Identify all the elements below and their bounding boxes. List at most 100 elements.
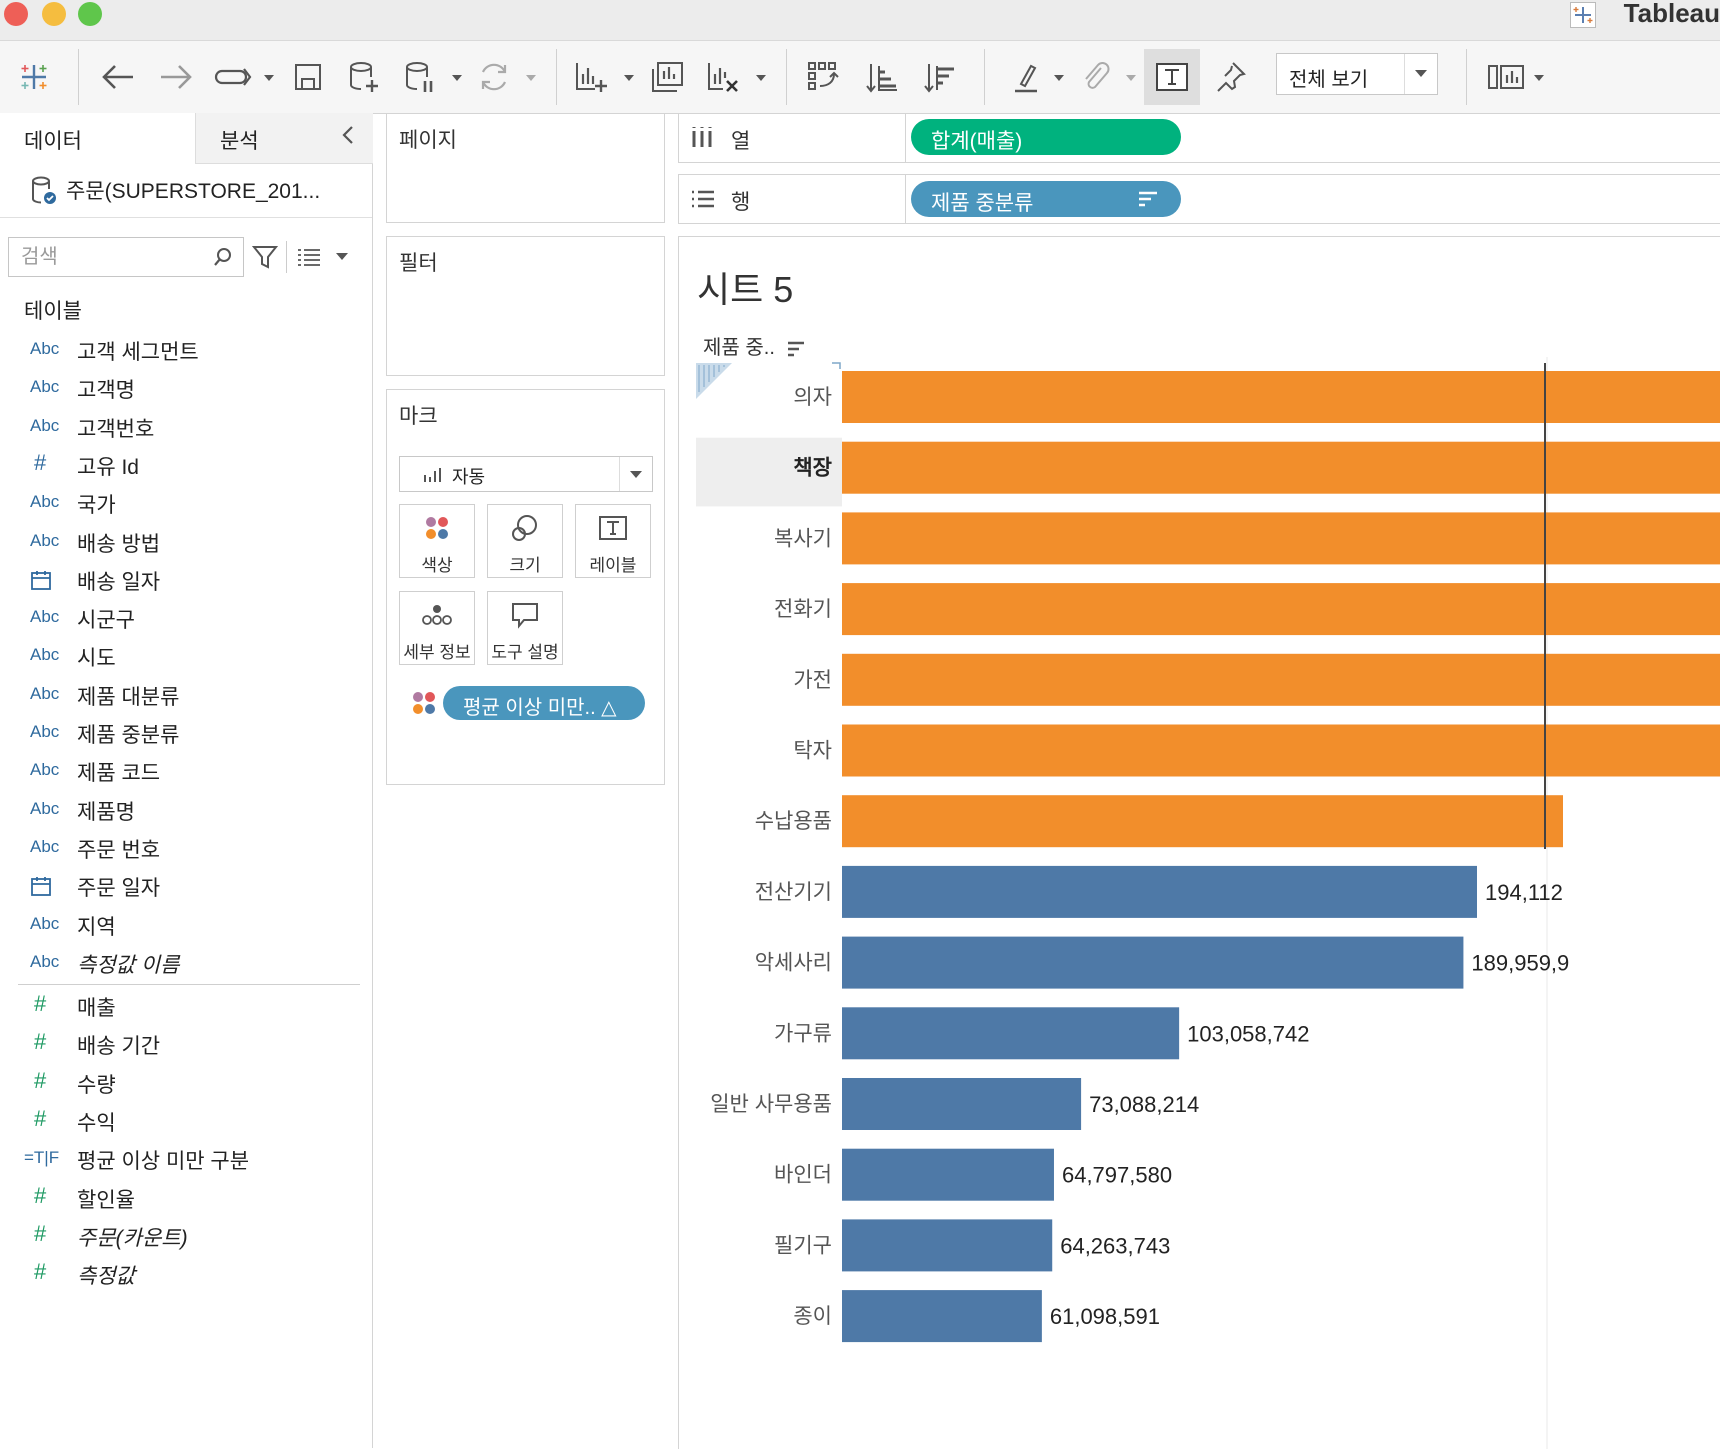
tableau-home-icon[interactable] xyxy=(14,57,54,97)
highlight-dropdown-caret[interactable] xyxy=(1054,75,1064,81)
mark-type-select[interactable]: 자동 xyxy=(399,456,653,492)
bar[interactable] xyxy=(842,795,1563,848)
field-row[interactable]: Abc 주문 번호 xyxy=(0,829,372,867)
redo-icon[interactable] xyxy=(156,57,196,97)
field-row[interactable]: # 고유 Id xyxy=(0,446,372,484)
filter-icon[interactable] xyxy=(252,244,278,270)
category-label[interactable]: 종이 xyxy=(793,1305,832,1328)
highlight-icon[interactable] xyxy=(1006,57,1046,97)
category-label[interactable]: 전화기 xyxy=(774,598,832,621)
label-button[interactable]: 레이블 xyxy=(575,504,651,578)
rows-shelf[interactable]: 행 제품 중분류 xyxy=(678,174,1720,224)
swap-rows-columns-icon[interactable] xyxy=(804,57,844,97)
datasource-row[interactable]: 주문(SUPERSTORE_201... xyxy=(0,163,372,218)
bar[interactable] xyxy=(842,371,1720,423)
color-button[interactable]: 색상 xyxy=(399,504,475,578)
duplicate-sheet-icon[interactable] xyxy=(648,57,688,97)
field-row[interactable]: # 배송 기간 xyxy=(0,1025,372,1063)
bar[interactable] xyxy=(842,1219,1053,1272)
search-icon[interactable] xyxy=(213,247,233,267)
show-cards-dropdown-caret[interactable] xyxy=(1534,75,1544,81)
category-label[interactable]: 필기구 xyxy=(774,1234,832,1257)
clear-dropdown-caret[interactable] xyxy=(756,75,766,81)
category-label[interactable]: 복사기 xyxy=(774,527,832,550)
pages-card[interactable]: 페이지 xyxy=(386,113,665,223)
pause-updates-icon[interactable] xyxy=(400,57,440,97)
field-row[interactable]: # 매출 xyxy=(0,987,372,1025)
group-dropdown-caret[interactable] xyxy=(1126,75,1136,81)
bar[interactable] xyxy=(842,1007,1180,1060)
field-row[interactable]: Abc 제품 대분류 xyxy=(0,676,372,714)
bar[interactable] xyxy=(842,1290,1042,1343)
category-label[interactable]: 바인더 xyxy=(774,1164,832,1187)
field-row[interactable]: Abc 국가 xyxy=(0,484,372,522)
field-row[interactable]: Abc 배송 방법 xyxy=(0,523,372,561)
search-input[interactable] xyxy=(9,238,213,276)
field-row[interactable]: Abc 시군구 xyxy=(0,599,372,637)
field-row[interactable]: Abc 측정값 이름 xyxy=(0,944,372,982)
bar[interactable] xyxy=(842,1078,1082,1130)
field-row[interactable]: # 측정값 xyxy=(0,1255,372,1293)
pause-dropdown-caret[interactable] xyxy=(452,75,462,81)
field-row[interactable]: Abc 지역 xyxy=(0,906,372,944)
chevron-down-icon[interactable] xyxy=(1404,54,1437,94)
field-row[interactable]: =T|F 평균 이상 미만 구분 xyxy=(0,1140,372,1178)
field-row[interactable]: # 수익 xyxy=(0,1102,372,1140)
bar[interactable] xyxy=(842,936,1464,989)
field-row[interactable]: Abc 고객명 xyxy=(0,369,372,407)
category-label[interactable]: 탁자 xyxy=(793,740,832,763)
refresh-icon[interactable] xyxy=(474,57,514,97)
sort-ascending-icon[interactable] xyxy=(862,57,902,97)
chevron-down-icon[interactable] xyxy=(619,457,652,491)
filters-card[interactable]: 필터 xyxy=(386,236,665,376)
subcategory-pill[interactable]: 제품 중분류 xyxy=(911,181,1181,217)
view-size-select[interactable]: 전체 보기 xyxy=(1276,53,1438,95)
fix-axes-pin-icon[interactable] xyxy=(1210,57,1250,97)
new-sheet-dropdown-caret[interactable] xyxy=(624,75,634,81)
group-members-icon[interactable] xyxy=(1076,57,1116,97)
close-window-button[interactable] xyxy=(4,2,28,26)
bar[interactable] xyxy=(842,512,1720,565)
field-row[interactable]: Abc 제품명 xyxy=(0,791,372,829)
detail-button[interactable]: 세부 정보 xyxy=(399,591,475,665)
clear-sheet-icon[interactable] xyxy=(704,57,744,97)
field-row[interactable]: Abc 제품 중분류 xyxy=(0,714,372,752)
field-row[interactable]: Abc 제품 코드 xyxy=(0,752,372,790)
undo-icon[interactable] xyxy=(98,57,138,97)
save-icon[interactable] xyxy=(288,57,328,97)
zoom-window-button[interactable] xyxy=(78,2,102,26)
bar[interactable] xyxy=(842,724,1720,777)
category-label[interactable]: 가구류 xyxy=(774,1022,832,1045)
bar[interactable] xyxy=(842,653,1720,706)
category-label[interactable]: 일반 사무용품 xyxy=(710,1093,832,1116)
field-row[interactable]: # 할인율 xyxy=(0,1179,372,1217)
columns-shelf[interactable]: 열 합계(매출) xyxy=(678,113,1720,163)
category-label[interactable]: 수납용품 xyxy=(755,810,832,833)
bar[interactable] xyxy=(842,441,1720,494)
view-options-list-icon[interactable] xyxy=(296,247,322,267)
tooltip-button[interactable]: 도구 설명 xyxy=(487,591,563,665)
show-cards-icon[interactable] xyxy=(1486,57,1526,97)
category-label[interactable]: 악세사리 xyxy=(755,952,832,975)
category-label[interactable]: 가전 xyxy=(793,669,832,692)
field-row[interactable]: Abc 고객 세그먼트 xyxy=(0,331,372,369)
sort-descending-icon[interactable] xyxy=(920,57,960,97)
field-search-box[interactable] xyxy=(8,237,244,277)
sort-descending-icon[interactable] xyxy=(1137,190,1159,208)
field-row[interactable]: # 수량 xyxy=(0,1064,372,1102)
chevron-down-icon[interactable] xyxy=(334,251,350,263)
sum-sales-pill[interactable]: 합계(매출) xyxy=(911,119,1181,155)
category-label[interactable]: 의자 xyxy=(793,386,832,409)
bar[interactable] xyxy=(842,1148,1054,1201)
field-row[interactable]: # 주문(카운트) xyxy=(0,1217,372,1255)
field-row[interactable]: 배송 일자 xyxy=(0,561,372,599)
tab-data[interactable]: 데이터 xyxy=(0,113,195,163)
collapse-pane-chevron-icon[interactable] xyxy=(340,123,356,154)
new-datasource-icon[interactable] xyxy=(344,57,384,97)
field-row[interactable]: Abc 시도 xyxy=(0,637,372,675)
minimize-window-button[interactable] xyxy=(42,2,66,26)
bar[interactable] xyxy=(842,583,1720,636)
field-row[interactable]: 주문 일자 xyxy=(0,867,372,905)
refresh-dropdown-caret[interactable] xyxy=(526,75,536,81)
color-field-pill[interactable]: 평균 이상 미만.. △ xyxy=(443,686,645,720)
